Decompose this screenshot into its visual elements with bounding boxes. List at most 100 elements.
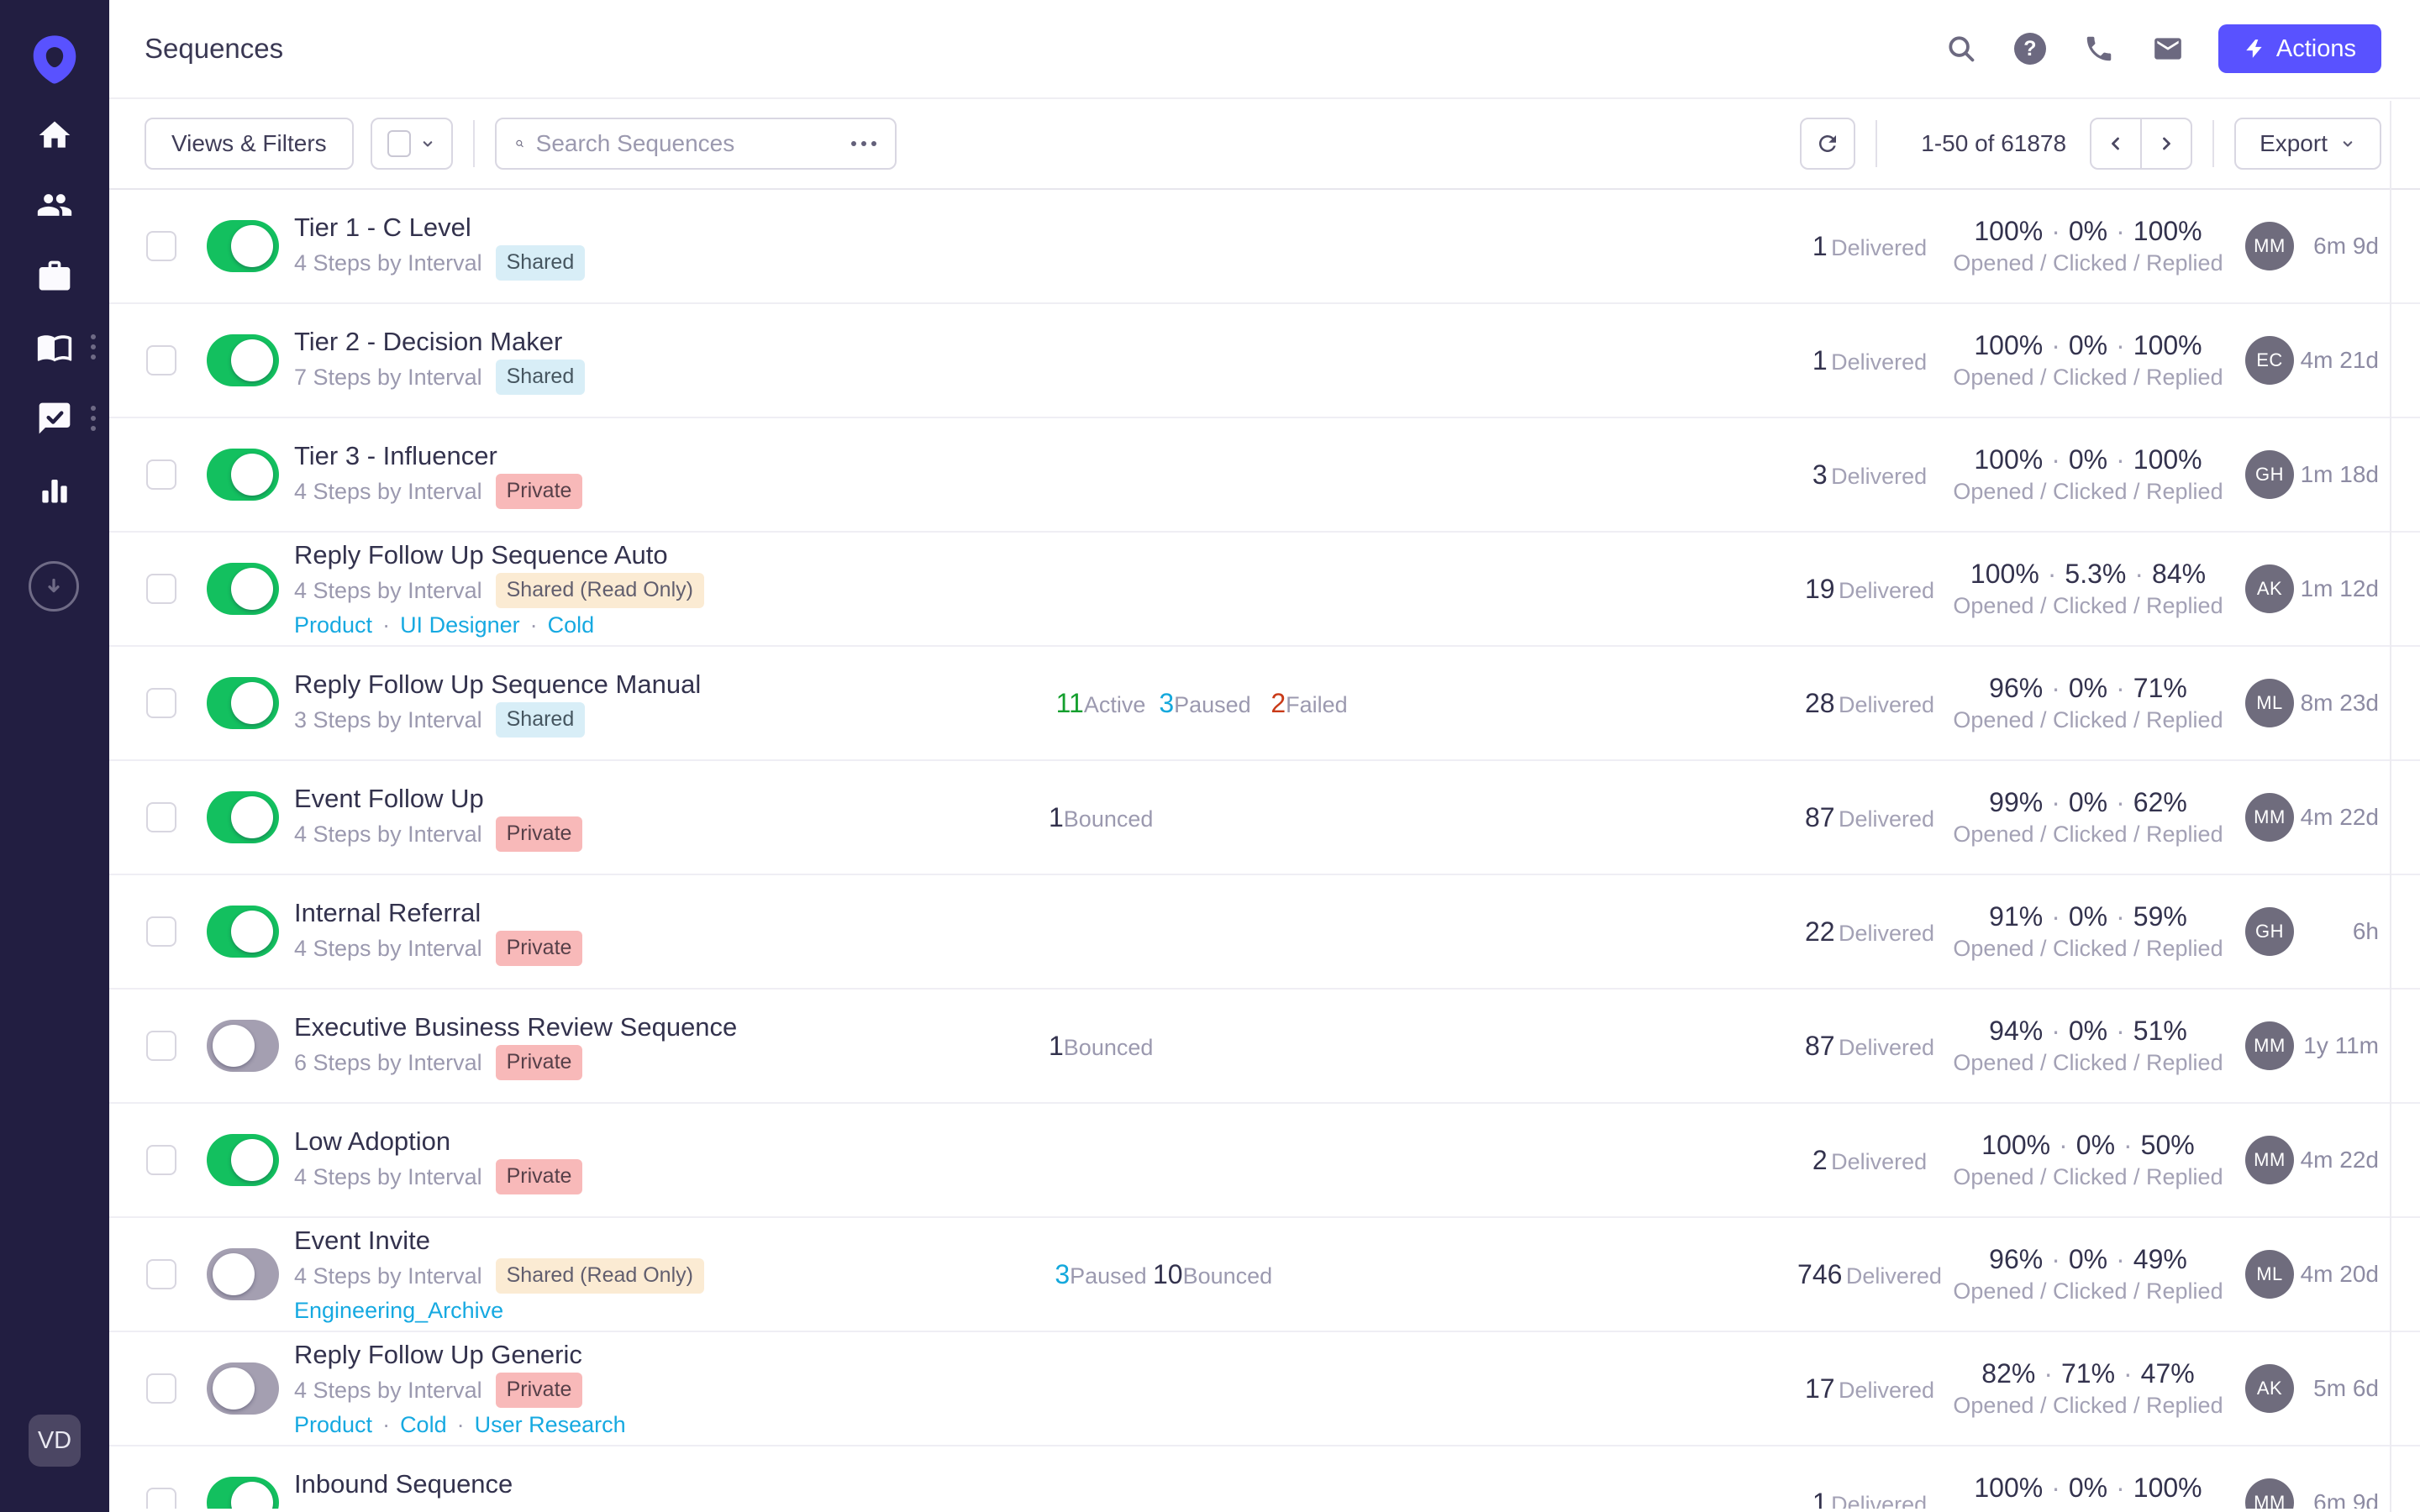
delivered-label: Delivered — [1831, 349, 1928, 375]
help-icon[interactable] — [2013, 32, 2047, 66]
ocr-stat: 99% · 0% · 62% Opened / Clicked / Replied — [1933, 785, 2244, 849]
sequence-tag[interactable]: Product — [294, 1410, 372, 1439]
sidebar-item-accounts[interactable] — [36, 258, 73, 295]
sequence-tag[interactable]: UI Designer — [400, 611, 520, 639]
sequence-toggle[interactable] — [207, 1362, 279, 1415]
sidebar-item-reports[interactable] — [36, 470, 73, 507]
opened-value: 96% — [1989, 673, 2044, 703]
sidebar-item-sequences[interactable] — [36, 328, 73, 365]
sequence-name[interactable]: Reply Follow Up Sequence Manual — [294, 668, 701, 701]
sequence-age: 4m 21d — [2300, 347, 2379, 373]
sequence-toggle[interactable] — [207, 906, 279, 958]
sequence-name[interactable]: Inbound Sequence — [294, 1467, 513, 1501]
sequence-list: Tier 1 - C Level 4 Steps by Interval Sha… — [109, 190, 2420, 1509]
replied-value: 84% — [2152, 559, 2207, 589]
row-checkbox[interactable] — [146, 1488, 176, 1509]
ocr-values: 96% · 0% · 49% — [1989, 1244, 2187, 1274]
state-stat-value: 3 — [1055, 1259, 1071, 1289]
row-checkbox[interactable] — [146, 916, 176, 947]
row-checkbox[interactable] — [146, 688, 176, 718]
row-checkbox[interactable] — [146, 1145, 176, 1175]
sequence-row[interactable]: Executive Business Review Sequence 6 Ste… — [109, 990, 2420, 1104]
sequence-row[interactable]: Low Adoption 4 Steps by Interval Private… — [109, 1104, 2420, 1218]
phone-icon[interactable] — [2082, 32, 2116, 66]
sequence-tag[interactable]: Product — [294, 611, 372, 639]
select-all-dropdown[interactable] — [370, 118, 453, 170]
sidebar-item-tasks[interactable] — [36, 400, 73, 437]
sequence-tag[interactable]: User Research — [475, 1410, 626, 1439]
global-search-icon[interactable] — [1944, 32, 1978, 66]
search-input[interactable] — [535, 130, 839, 157]
sequence-tag[interactable]: Cold — [548, 611, 595, 639]
sequence-toggle[interactable] — [207, 677, 279, 729]
sidebar-item-home[interactable] — [36, 117, 73, 154]
row-checkbox[interactable] — [146, 574, 176, 604]
sequence-toggle[interactable] — [207, 1134, 279, 1186]
sequence-row[interactable]: Tier 1 - C Level 4 Steps by Interval Sha… — [109, 190, 2420, 304]
briefcase-icon — [39, 260, 71, 291]
row-checkbox[interactable] — [146, 1373, 176, 1404]
sequence-name[interactable]: Reply Follow Up Sequence Auto — [294, 538, 704, 572]
sequence-row[interactable]: Reply Follow Up Sequence Manual 3 Steps … — [109, 647, 2420, 761]
row-checkbox[interactable] — [146, 231, 176, 261]
delivered-value: 3 — [1812, 459, 1828, 490]
sequence-toggle[interactable] — [207, 563, 279, 615]
search-options-icon[interactable] — [850, 141, 876, 146]
sequence-row[interactable]: Tier 3 - Influencer 4 Steps by Interval … — [109, 418, 2420, 533]
row-checkbox[interactable] — [146, 459, 176, 490]
sequence-row[interactable]: Reply Follow Up Generic 4 Steps by Inter… — [109, 1332, 2420, 1446]
clicked-value: 0% — [2068, 673, 2108, 703]
ocr-values: 96% · 0% · 71% — [1989, 673, 2187, 703]
sequence-toggle[interactable] — [207, 791, 279, 843]
sequence-name[interactable]: Executive Business Review Sequence — [294, 1011, 737, 1044]
sequence-row[interactable]: Event Follow Up 4 Steps by Interval Priv… — [109, 761, 2420, 875]
sequence-row[interactable]: Event Invite 4 Steps by Interval Shared … — [109, 1218, 2420, 1332]
state-stat-label: Bounced — [1063, 806, 1154, 832]
sequence-name[interactable]: Tier 3 - Influencer — [294, 439, 582, 473]
row-checkbox[interactable] — [146, 802, 176, 832]
sequence-toggle[interactable] — [207, 1248, 279, 1300]
prev-page-button[interactable] — [2090, 118, 2143, 170]
ocr-label: Opened / Clicked / Replied — [1953, 479, 2223, 504]
scrollbar-track[interactable] — [2390, 101, 2391, 1512]
mail-icon[interactable] — [2151, 32, 2185, 66]
sequence-row[interactable]: Inbound Sequence 1 Delivered 100% · 0% · 100… — [109, 1446, 2420, 1509]
sequence-toggle[interactable] — [207, 1477, 279, 1509]
actions-button[interactable]: Actions — [2217, 24, 2381, 73]
sequence-name[interactable]: Event Follow Up — [294, 782, 582, 816]
sequence-row[interactable]: Internal Referral 4 Steps by Interval Pr… — [109, 875, 2420, 990]
refresh-button[interactable] — [1800, 118, 1856, 170]
sequence-tag[interactable]: Engineering_Archive — [294, 1296, 503, 1325]
chevron-down-icon — [2343, 141, 2353, 147]
row-checkbox[interactable] — [146, 1259, 176, 1289]
sequence-toggle[interactable] — [207, 449, 279, 501]
sequence-toggle[interactable] — [207, 1020, 279, 1072]
sidebar-item-prospects[interactable] — [36, 186, 73, 223]
sequence-name[interactable]: Internal Referral — [294, 896, 582, 930]
sequence-age: 4m 22d — [2300, 1147, 2379, 1173]
main-area: Sequences Actions Views & Filters — [109, 0, 2420, 1512]
views-filters-button[interactable]: Views & Filters — [145, 118, 354, 170]
outreach-logo-icon — [27, 30, 82, 89]
sequence-name[interactable]: Tier 1 - C Level — [294, 211, 585, 244]
row-checkbox[interactable] — [146, 1031, 176, 1061]
sequence-name[interactable]: Event Invite — [294, 1224, 704, 1257]
sequences-menu-kebab-icon[interactable] — [91, 334, 97, 360]
sequence-name[interactable]: Reply Follow Up Generic — [294, 1338, 626, 1372]
sequence-toggle[interactable] — [207, 334, 279, 386]
user-avatar[interactable]: VD — [29, 1415, 81, 1467]
delivered-stat: 22 Delivered — [1790, 915, 1949, 948]
sequence-tag[interactable]: Cold — [400, 1410, 447, 1439]
export-button[interactable]: Export — [2234, 118, 2381, 170]
ocr-stat: 96% · 0% · 49% Opened / Clicked / Replied — [1933, 1242, 2244, 1306]
sequence-age: 4m 22d — [2300, 804, 2379, 830]
sequence-row[interactable]: Reply Follow Up Sequence Auto 4 Steps by… — [109, 533, 2420, 647]
sequence-name[interactable]: Tier 2 - Decision Maker — [294, 325, 585, 359]
sequence-row[interactable]: Tier 2 - Decision Maker 7 Steps by Inter… — [109, 304, 2420, 418]
next-page-button[interactable] — [2140, 118, 2193, 170]
tasks-menu-kebab-icon[interactable] — [91, 406, 97, 431]
sidebar-item-downloads[interactable] — [29, 561, 79, 612]
row-checkbox[interactable] — [146, 345, 176, 375]
sequence-name[interactable]: Low Adoption — [294, 1125, 582, 1158]
sequence-toggle[interactable] — [207, 220, 279, 272]
